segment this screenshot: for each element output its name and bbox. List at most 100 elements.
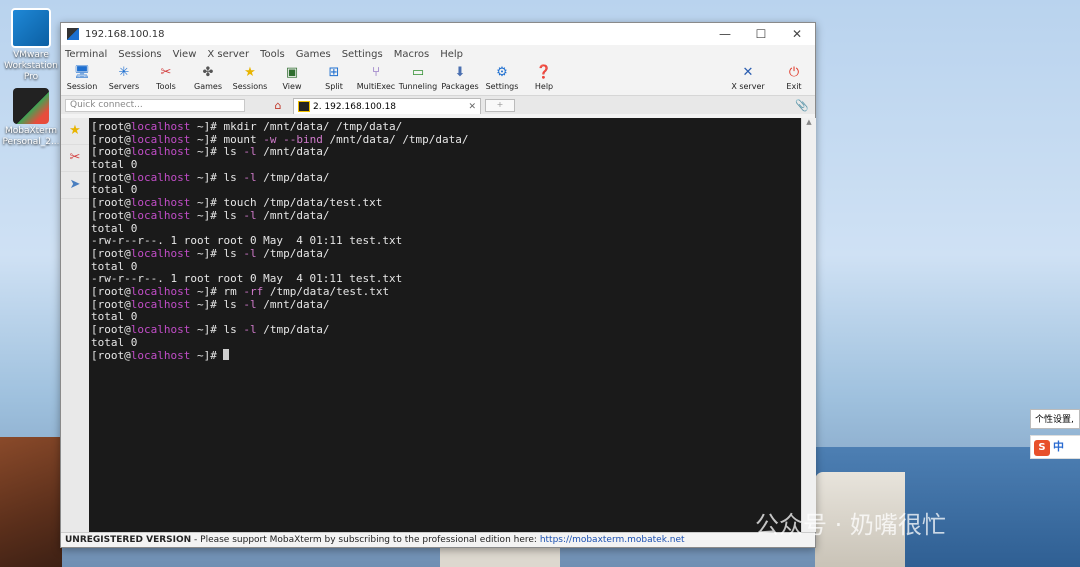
- prompt-prefix: [root@: [91, 132, 131, 146]
- prompt-host: localhost: [130, 120, 191, 133]
- prompt-suffix: ~]#: [190, 349, 224, 363]
- tools-icon: ✂: [69, 150, 81, 165]
- prompt-suffix: ~]#: [190, 145, 224, 159]
- terminal-cursor: [223, 349, 230, 361]
- prompt-prefix: [root@: [91, 297, 131, 311]
- professional-edition-link[interactable]: https://mobaxterm.mobatek.net: [540, 535, 685, 545]
- command-option: -l: [243, 246, 257, 260]
- toolbar-tunneling-button[interactable]: ▭ Tunneling: [397, 63, 439, 91]
- prompt-host: localhost: [130, 323, 191, 336]
- tunneling-icon: ▭: [411, 65, 425, 80]
- terminal-scrollbar[interactable]: ▲: [801, 118, 816, 532]
- command-text: /mnt/data/: [256, 145, 330, 159]
- command-text: /mnt/data/: [256, 208, 330, 222]
- terminal-line: [root@localhost ~]# ls -l /tmp/data/: [91, 246, 799, 261]
- command-option: -l: [243, 323, 257, 336]
- ime-toolbar[interactable]: S中: [1030, 435, 1080, 459]
- menu-tools[interactable]: Tools: [260, 49, 285, 60]
- command-text: /tmp/data/test.txt: [263, 284, 390, 298]
- multiexec-icon: ⑂: [372, 65, 380, 80]
- sogou-icon: S: [1034, 440, 1050, 456]
- scroll-up-icon[interactable]: ▲: [802, 118, 816, 126]
- toolbar-sessions-button[interactable]: ★ Sessions: [229, 63, 271, 91]
- x-server-icon: ✕: [742, 65, 754, 80]
- new-tab-button[interactable]: +: [485, 98, 515, 112]
- sidebar-sessions-star[interactable]: ★: [61, 118, 89, 145]
- mobaxterm-window: 192.168.100.18 — ☐ ✕ Terminal Sessions V…: [60, 22, 816, 548]
- prompt-suffix: ~]#: [190, 132, 224, 146]
- terminal-line: total 0: [91, 335, 138, 349]
- terminal-line: [root@localhost ~]# ls -l /mnt/data/: [91, 208, 799, 223]
- prompt-host: localhost: [130, 284, 191, 298]
- tab-session-2[interactable]: 2. 192.168.100.18 ✕: [293, 98, 481, 114]
- desktop-icon-mobaxterm[interactable]: MobaXterm Personal_2...: [0, 88, 62, 148]
- menu-view[interactable]: View: [173, 49, 197, 60]
- toolbar-help-button[interactable]: ❓ Help: [523, 63, 565, 91]
- prompt-host: localhost: [130, 349, 191, 363]
- prompt-suffix: ~]#: [190, 246, 224, 260]
- terminal-line: [root@localhost ~]# ls -l /tmp/data/: [91, 170, 799, 185]
- toolbar-games-button[interactable]: ✤ Games: [187, 63, 229, 91]
- prompt-suffix: ~]#: [190, 323, 224, 336]
- prompt-host: localhost: [130, 132, 191, 146]
- toolbar-multiexec-button[interactable]: ⑂ MultiExec: [355, 63, 397, 91]
- toolbar-session-button[interactable]: 🖥 Session: [61, 63, 103, 91]
- sidebar-tools[interactable]: ✂: [61, 145, 89, 172]
- menu-settings[interactable]: Settings: [342, 49, 383, 60]
- toolbar-x-server-button[interactable]: ✕ X server: [723, 63, 773, 91]
- prompt-suffix: ~]#: [190, 208, 224, 222]
- command-text: ls: [223, 297, 244, 311]
- prompt-suffix: ~]#: [190, 284, 224, 298]
- command-text: /mnt/data/ /tmp/data/: [322, 132, 469, 146]
- packages-icon: ⬇: [454, 65, 466, 80]
- maximize-button[interactable]: ☐: [743, 27, 779, 41]
- quick-connect-input[interactable]: Quick connect...: [65, 98, 245, 112]
- toolbar-exit-button[interactable]: ⏻ Exit: [773, 63, 815, 91]
- toolbar-servers-button[interactable]: ✳ Servers: [103, 63, 145, 91]
- command-text: /tmp/data/: [256, 323, 330, 336]
- command-text: /mnt/data/: [256, 297, 330, 311]
- exit-icon: ⏻: [788, 65, 800, 80]
- star-icon: ★: [244, 65, 256, 80]
- toolbar-tools-button[interactable]: ✂ Tools: [145, 63, 187, 91]
- minimize-button[interactable]: —: [707, 27, 743, 41]
- attachment-icon[interactable]: 📎: [795, 99, 809, 112]
- menu-games[interactable]: Games: [296, 49, 331, 60]
- prompt-prefix: [root@: [91, 145, 131, 159]
- menu-x-server[interactable]: X server: [207, 49, 249, 60]
- tab-bar: Quick connect... ⌂ 2. 192.168.100.18 ✕ +…: [61, 95, 815, 114]
- title-bar[interactable]: 192.168.100.18 — ☐ ✕: [61, 23, 815, 45]
- terminal-line: [root@localhost ~]# ls -l /tmp/data/: [91, 323, 799, 337]
- menu-help[interactable]: Help: [440, 49, 463, 60]
- toolbar-split-button[interactable]: ⊞ Split: [313, 63, 355, 91]
- toolbar-settings-button[interactable]: ⚙ Settings: [481, 63, 523, 91]
- settings-icon: ⚙: [496, 65, 508, 80]
- sidebar-macros[interactable]: ➤: [61, 172, 89, 199]
- close-button[interactable]: ✕: [779, 27, 815, 41]
- tab-label: 2. 192.168.100.18: [313, 101, 397, 112]
- tab-close-icon[interactable]: ✕: [468, 102, 476, 112]
- command-option: -l: [243, 208, 257, 222]
- prompt-prefix: [root@: [91, 349, 131, 363]
- toolbar-view-button[interactable]: ▣ View: [271, 63, 313, 91]
- terminal-output[interactable]: [root@localhost ~]# mkdir /mnt/data/ /tm…: [89, 118, 801, 532]
- ime-mode-label[interactable]: 中: [1053, 440, 1064, 453]
- menu-terminal[interactable]: Terminal: [65, 49, 107, 60]
- menu-macros[interactable]: Macros: [394, 49, 429, 60]
- unregistered-label: UNREGISTERED VERSION: [65, 535, 192, 545]
- menu-sessions[interactable]: Sessions: [118, 49, 161, 60]
- desktop-icon-vmware[interactable]: VMware Workstation Pro: [0, 8, 62, 83]
- command-text: touch /tmp/data/test.txt: [223, 196, 383, 210]
- view-icon: ▣: [285, 65, 299, 80]
- prompt-suffix: ~]#: [190, 120, 224, 133]
- command-option: -l: [243, 297, 257, 311]
- star-icon: ★: [69, 123, 81, 138]
- plus-icon: +: [496, 99, 504, 109]
- toolbar-packages-button[interactable]: ⬇ Packages: [439, 63, 481, 91]
- command-text: ls: [223, 246, 244, 260]
- prompt-suffix: ~]#: [190, 297, 224, 311]
- home-tab-button[interactable]: ⌂: [263, 99, 293, 112]
- command-text: ls: [223, 170, 244, 184]
- prompt-host: localhost: [130, 297, 191, 311]
- command-option: -rf: [243, 284, 264, 298]
